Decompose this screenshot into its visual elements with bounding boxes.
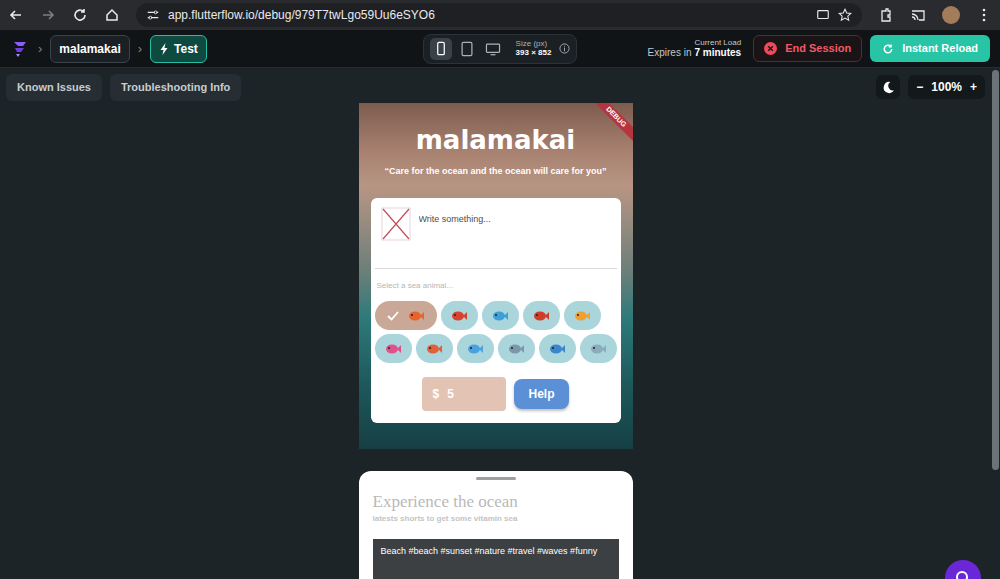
project-chip[interactable]: malamakai bbox=[50, 35, 129, 63]
dark-mode-toggle[interactable] bbox=[876, 75, 900, 99]
sea-animal-icon bbox=[450, 308, 468, 324]
site-settings-icon[interactable] bbox=[146, 8, 160, 22]
expires-value: 7 minutes bbox=[694, 47, 741, 58]
forward-icon[interactable] bbox=[40, 7, 56, 23]
device-phone-button[interactable] bbox=[430, 38, 452, 60]
animal-chip[interactable] bbox=[523, 301, 560, 330]
load-label: Current Load bbox=[648, 38, 742, 47]
install-icon[interactable] bbox=[816, 8, 830, 22]
currency-symbol: $ bbox=[432, 385, 439, 403]
sea-animal-icon bbox=[425, 341, 443, 357]
app-title: malamakai bbox=[359, 125, 633, 156]
extensions-icon[interactable] bbox=[878, 7, 894, 23]
video-player[interactable]: Beach #beach #sunset #nature #travel #wa… bbox=[373, 539, 619, 579]
post-card: Select a sea animal... $ Help bbox=[371, 198, 621, 423]
star-icon[interactable] bbox=[838, 8, 852, 22]
sheet-handle[interactable] bbox=[476, 477, 516, 480]
info-icon[interactable] bbox=[559, 43, 570, 54]
instant-reload-button[interactable]: Instant Reload bbox=[870, 35, 990, 62]
sea-animal-icon bbox=[407, 308, 425, 324]
zoom-level: 100% bbox=[931, 78, 962, 96]
animal-prompt: Select a sea animal... bbox=[375, 269, 617, 301]
zoom-out-button[interactable]: − bbox=[916, 78, 923, 96]
video-caption[interactable]: Beach #beach #sunset #nature #travel #wa… bbox=[381, 546, 598, 556]
animal-chips bbox=[375, 301, 617, 363]
animal-chip[interactable] bbox=[482, 301, 519, 330]
sea-animal-icon bbox=[589, 341, 607, 357]
canvas-link[interactable]: Known Issues bbox=[6, 74, 102, 101]
flutterflow-logo-icon[interactable] bbox=[10, 39, 30, 59]
hero-section: DEBUG malamakai “Care for the ocean and … bbox=[359, 103, 633, 449]
canvas-link[interactable]: Troubleshooting Info bbox=[110, 74, 241, 101]
end-session-button[interactable]: End Session bbox=[753, 35, 862, 62]
feed-subtitle: latests shorts to get some vitamin sea bbox=[373, 513, 619, 525]
check-icon bbox=[387, 310, 399, 322]
address-bar[interactable]: app.flutterflow.io/debug/979T7twLgo59Uu6… bbox=[136, 3, 862, 27]
amount-input[interactable] bbox=[447, 385, 487, 403]
animal-chip[interactable] bbox=[441, 301, 478, 330]
animal-chip[interactable] bbox=[498, 334, 535, 363]
profile-avatar[interactable] bbox=[942, 6, 960, 24]
size-label: Size (px) bbox=[516, 40, 552, 49]
phone-preview: DEBUG malamakai “Care for the ocean and … bbox=[359, 103, 633, 579]
animal-chip[interactable] bbox=[375, 334, 412, 363]
reload-icon[interactable] bbox=[72, 7, 88, 23]
device-selector: Size (px) 393 × 852 bbox=[423, 34, 578, 64]
debug-banner: DEBUG bbox=[586, 103, 633, 147]
post-input[interactable] bbox=[419, 207, 611, 247]
feed-title: Experience the ocean bbox=[373, 493, 619, 512]
tablet-icon bbox=[458, 40, 476, 58]
menu-icon[interactable] bbox=[976, 7, 992, 23]
sea-animal-icon bbox=[384, 341, 402, 357]
sea-animal-icon bbox=[532, 308, 550, 324]
lightning-icon bbox=[159, 43, 170, 55]
moon-icon bbox=[882, 81, 895, 94]
sea-animal-icon bbox=[548, 341, 566, 357]
amount-field[interactable]: $ bbox=[422, 377, 506, 411]
flutterflow-toolbar: › malamakai › Test Size (px) 393 × 852 C… bbox=[0, 30, 1000, 68]
device-tablet-button[interactable] bbox=[456, 38, 478, 60]
sea-animal-icon bbox=[573, 308, 591, 324]
close-circle-icon bbox=[764, 42, 777, 55]
scroll-thumb[interactable] bbox=[992, 70, 999, 470]
help-chat-button[interactable] bbox=[945, 560, 981, 579]
url-text[interactable]: app.flutterflow.io/debug/979T7twLgo59Uu6… bbox=[168, 6, 808, 24]
animal-chip[interactable] bbox=[564, 301, 601, 330]
feed-sheet: Experience the ocean latests shorts to g… bbox=[359, 471, 633, 579]
search-icon bbox=[954, 569, 972, 579]
help-button[interactable]: Help bbox=[514, 379, 568, 409]
page-scrollbar[interactable] bbox=[991, 68, 1000, 579]
image-placeholder-icon[interactable] bbox=[381, 207, 411, 241]
size-value: 393 × 852 bbox=[516, 49, 552, 58]
home-icon[interactable] bbox=[104, 7, 120, 23]
animal-chip[interactable] bbox=[580, 334, 617, 363]
zoom-control: − 100% + bbox=[908, 75, 985, 99]
refresh-icon bbox=[882, 43, 894, 55]
test-mode-chip[interactable]: Test bbox=[150, 35, 207, 63]
sea-animal-icon bbox=[491, 308, 509, 324]
post-row bbox=[375, 198, 617, 269]
animal-chip[interactable] bbox=[416, 334, 453, 363]
desktop-icon bbox=[484, 40, 502, 58]
cast-icon[interactable] bbox=[910, 7, 926, 23]
animal-chip[interactable] bbox=[375, 301, 437, 330]
animal-chip[interactable] bbox=[539, 334, 576, 363]
animal-chip[interactable] bbox=[457, 334, 494, 363]
preview-canvas: Known Issues Troubleshooting Info − 100% … bbox=[0, 68, 1000, 579]
back-icon[interactable] bbox=[8, 7, 24, 23]
expires-label: Expires in bbox=[648, 47, 692, 58]
browser-toolbar: app.flutterflow.io/debug/979T7twLgo59Uu6… bbox=[0, 0, 1000, 30]
sea-animal-icon bbox=[507, 341, 525, 357]
zoom-in-button[interactable]: + bbox=[970, 78, 977, 96]
mode-label[interactable]: Test bbox=[174, 40, 198, 58]
sea-animal-icon bbox=[466, 341, 484, 357]
canvas-area: Known Issues Troubleshooting Info − 100% … bbox=[0, 68, 991, 579]
phone-icon bbox=[432, 40, 450, 58]
device-desktop-button[interactable] bbox=[482, 38, 504, 60]
app-quote: “Care for the ocean and the ocean will c… bbox=[359, 165, 633, 179]
